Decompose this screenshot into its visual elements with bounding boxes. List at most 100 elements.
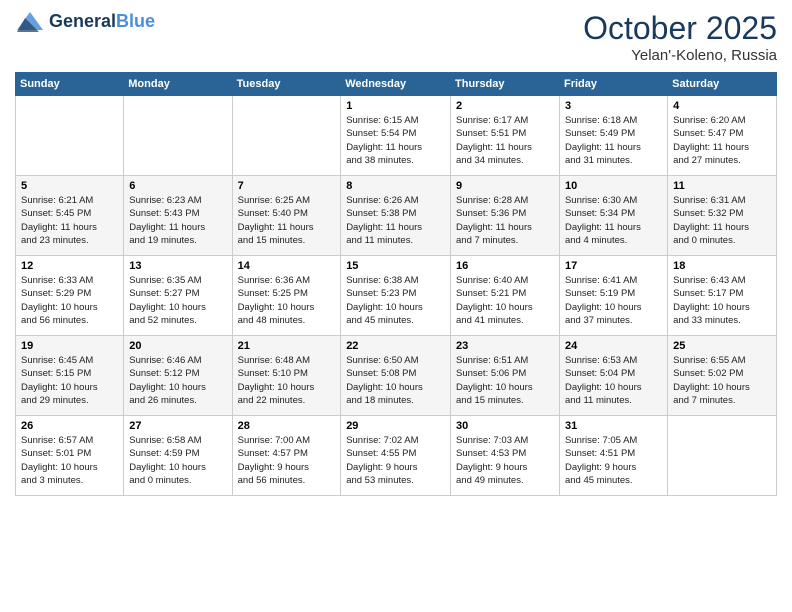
calendar-cell: 9 Sunrise: 6:28 AM Sunset: 5:36 PM Daylig… bbox=[451, 176, 560, 256]
day-number: 21 bbox=[238, 340, 336, 352]
day-info: Sunrise: 6:35 AM Sunset: 5:27 PM Dayligh… bbox=[129, 274, 226, 327]
day-number: 19 bbox=[21, 340, 118, 352]
calendar-cell: 16Sunrise: 6:40 AM Sunset: 5:21 PM Dayli… bbox=[451, 256, 560, 336]
day-number: 27 bbox=[129, 420, 226, 432]
day-info: Sunrise: 6:21 AM Sunset: 5:45 PM Dayligh… bbox=[21, 194, 118, 247]
day-number: 22 bbox=[346, 340, 445, 352]
day-number: 13 bbox=[129, 260, 226, 272]
calendar-cell: 13 Sunrise: 6:35 AM Sunset: 5:27 PM Dayli… bbox=[124, 256, 232, 336]
calendar-cell: 25Sunrise: 6:55 AM Sunset: 5:02 PM Dayli… bbox=[668, 336, 777, 416]
day-info: Sunrise: 6:43 AM Sunset: 5:17 PM Dayligh… bbox=[673, 274, 771, 327]
day-info: Sunrise: 6:18 AM Sunset: 5:49 PM Dayligh… bbox=[565, 114, 662, 167]
day-number: 1 bbox=[346, 100, 445, 112]
logo-icon bbox=[15, 10, 45, 34]
calendar-cell: 28Sunrise: 7:00 AM Sunset: 4:57 PM Dayli… bbox=[232, 416, 341, 496]
day-info: Sunrise: 6:53 AM Sunset: 5:04 PM Dayligh… bbox=[565, 354, 662, 407]
day-info: Sunrise: 6:26 AM Sunset: 5:38 PM Dayligh… bbox=[346, 194, 445, 247]
month-title: October 2025 bbox=[583, 10, 777, 47]
day-info: Sunrise: 7:00 AM Sunset: 4:57 PM Dayligh… bbox=[238, 434, 336, 487]
logo-text: GeneralBlue bbox=[49, 12, 155, 32]
calendar-cell: 12 Sunrise: 6:33 AM Sunset: 5:29 PM Dayli… bbox=[16, 256, 124, 336]
day-info: Sunrise: 7:05 AM Sunset: 4:51 PM Dayligh… bbox=[565, 434, 662, 487]
calendar-week-5: 26 Sunrise: 6:57 AM Sunset: 5:01 PM Dayli… bbox=[16, 416, 777, 496]
calendar-cell: 24Sunrise: 6:53 AM Sunset: 5:04 PM Dayli… bbox=[559, 336, 667, 416]
calendar-cell: 4 Sunrise: 6:20 AM Sunset: 5:47 PM Daylig… bbox=[668, 96, 777, 176]
calendar-week-3: 12 Sunrise: 6:33 AM Sunset: 5:29 PM Dayli… bbox=[16, 256, 777, 336]
header: GeneralBlue October 2025 Yelan'-Koleno, … bbox=[15, 10, 777, 64]
col-wednesday: Wednesday bbox=[341, 73, 451, 96]
calendar-cell: 30 Sunrise: 7:03 AM Sunset: 4:53 PM Dayli… bbox=[451, 416, 560, 496]
calendar-cell bbox=[668, 416, 777, 496]
calendar-cell: 14 Sunrise: 6:36 AM Sunset: 5:25 PM Dayli… bbox=[232, 256, 341, 336]
day-number: 18 bbox=[673, 260, 771, 272]
calendar-cell: 15 Sunrise: 6:38 AM Sunset: 5:23 PM Dayli… bbox=[341, 256, 451, 336]
day-info: Sunrise: 6:28 AM Sunset: 5:36 PM Dayligh… bbox=[456, 194, 554, 247]
day-number: 4 bbox=[673, 100, 771, 112]
day-info: Sunrise: 6:46 AM Sunset: 5:12 PM Dayligh… bbox=[129, 354, 226, 407]
day-number: 23 bbox=[456, 340, 554, 352]
calendar-table: Sunday Monday Tuesday Wednesday Thursday… bbox=[15, 72, 777, 496]
day-info: Sunrise: 6:45 AM Sunset: 5:15 PM Dayligh… bbox=[21, 354, 118, 407]
calendar-week-2: 5 Sunrise: 6:21 AM Sunset: 5:45 PM Daylig… bbox=[16, 176, 777, 256]
col-sunday: Sunday bbox=[16, 73, 124, 96]
calendar-cell: 20 Sunrise: 6:46 AM Sunset: 5:12 PM Dayli… bbox=[124, 336, 232, 416]
col-monday: Monday bbox=[124, 73, 232, 96]
col-saturday: Saturday bbox=[668, 73, 777, 96]
calendar-week-4: 19 Sunrise: 6:45 AM Sunset: 5:15 PM Dayli… bbox=[16, 336, 777, 416]
calendar-cell: 11 Sunrise: 6:31 AM Sunset: 5:32 PM Dayli… bbox=[668, 176, 777, 256]
day-info: Sunrise: 6:31 AM Sunset: 5:32 PM Dayligh… bbox=[673, 194, 771, 247]
calendar-cell: 1 Sunrise: 6:15 AM Sunset: 5:54 PM Daylig… bbox=[341, 96, 451, 176]
calendar-cell: 29Sunrise: 7:02 AM Sunset: 4:55 PM Dayli… bbox=[341, 416, 451, 496]
calendar-cell bbox=[232, 96, 341, 176]
day-number: 5 bbox=[21, 180, 118, 192]
day-info: Sunrise: 6:33 AM Sunset: 5:29 PM Dayligh… bbox=[21, 274, 118, 327]
day-number: 14 bbox=[238, 260, 336, 272]
day-info: Sunrise: 6:20 AM Sunset: 5:47 PM Dayligh… bbox=[673, 114, 771, 167]
day-number: 9 bbox=[456, 180, 554, 192]
day-info: Sunrise: 6:57 AM Sunset: 5:01 PM Dayligh… bbox=[21, 434, 118, 487]
day-number: 31 bbox=[565, 420, 662, 432]
day-info: Sunrise: 6:38 AM Sunset: 5:23 PM Dayligh… bbox=[346, 274, 445, 327]
day-info: Sunrise: 6:50 AM Sunset: 5:08 PM Dayligh… bbox=[346, 354, 445, 407]
calendar-cell: 6Sunrise: 6:23 AM Sunset: 5:43 PM Daylig… bbox=[124, 176, 232, 256]
location-subtitle: Yelan'-Koleno, Russia bbox=[583, 47, 777, 64]
day-info: Sunrise: 6:23 AM Sunset: 5:43 PM Dayligh… bbox=[129, 194, 226, 247]
col-tuesday: Tuesday bbox=[232, 73, 341, 96]
calendar-cell: 27 Sunrise: 6:58 AM Sunset: 4:59 PM Dayli… bbox=[124, 416, 232, 496]
day-number: 3 bbox=[565, 100, 662, 112]
logo: GeneralBlue bbox=[15, 10, 155, 34]
day-info: Sunrise: 7:03 AM Sunset: 4:53 PM Dayligh… bbox=[456, 434, 554, 487]
day-number: 15 bbox=[346, 260, 445, 272]
day-number: 10 bbox=[565, 180, 662, 192]
calendar-cell: 23Sunrise: 6:51 AM Sunset: 5:06 PM Dayli… bbox=[451, 336, 560, 416]
day-number: 8 bbox=[346, 180, 445, 192]
header-row: Sunday Monday Tuesday Wednesday Thursday… bbox=[16, 73, 777, 96]
calendar-cell: 5 Sunrise: 6:21 AM Sunset: 5:45 PM Daylig… bbox=[16, 176, 124, 256]
day-info: Sunrise: 6:58 AM Sunset: 4:59 PM Dayligh… bbox=[129, 434, 226, 487]
day-info: Sunrise: 6:25 AM Sunset: 5:40 PM Dayligh… bbox=[238, 194, 336, 247]
day-info: Sunrise: 6:15 AM Sunset: 5:54 PM Dayligh… bbox=[346, 114, 445, 167]
calendar-cell: 8 Sunrise: 6:26 AM Sunset: 5:38 PM Daylig… bbox=[341, 176, 451, 256]
calendar-cell: 10 Sunrise: 6:30 AM Sunset: 5:34 PM Dayli… bbox=[559, 176, 667, 256]
calendar-cell: 18 Sunrise: 6:43 AM Sunset: 5:17 PM Dayli… bbox=[668, 256, 777, 336]
day-info: Sunrise: 6:48 AM Sunset: 5:10 PM Dayligh… bbox=[238, 354, 336, 407]
calendar-cell: 21 Sunrise: 6:48 AM Sunset: 5:10 PM Dayli… bbox=[232, 336, 341, 416]
calendar-cell: 26 Sunrise: 6:57 AM Sunset: 5:01 PM Dayli… bbox=[16, 416, 124, 496]
day-info: Sunrise: 6:17 AM Sunset: 5:51 PM Dayligh… bbox=[456, 114, 554, 167]
day-number: 11 bbox=[673, 180, 771, 192]
day-number: 30 bbox=[456, 420, 554, 432]
day-number: 12 bbox=[21, 260, 118, 272]
day-number: 17 bbox=[565, 260, 662, 272]
page-container: GeneralBlue October 2025 Yelan'-Koleno, … bbox=[0, 0, 792, 506]
day-number: 26 bbox=[21, 420, 118, 432]
col-thursday: Thursday bbox=[451, 73, 560, 96]
day-info: Sunrise: 6:30 AM Sunset: 5:34 PM Dayligh… bbox=[565, 194, 662, 247]
calendar-cell: 17Sunrise: 6:41 AM Sunset: 5:19 PM Dayli… bbox=[559, 256, 667, 336]
day-number: 7 bbox=[238, 180, 336, 192]
calendar-cell: 2Sunrise: 6:17 AM Sunset: 5:51 PM Daylig… bbox=[451, 96, 560, 176]
title-block: October 2025 Yelan'-Koleno, Russia bbox=[583, 10, 777, 64]
day-info: Sunrise: 6:36 AM Sunset: 5:25 PM Dayligh… bbox=[238, 274, 336, 327]
day-number: 16 bbox=[456, 260, 554, 272]
calendar-cell: 31 Sunrise: 7:05 AM Sunset: 4:51 PM Dayli… bbox=[559, 416, 667, 496]
day-number: 20 bbox=[129, 340, 226, 352]
